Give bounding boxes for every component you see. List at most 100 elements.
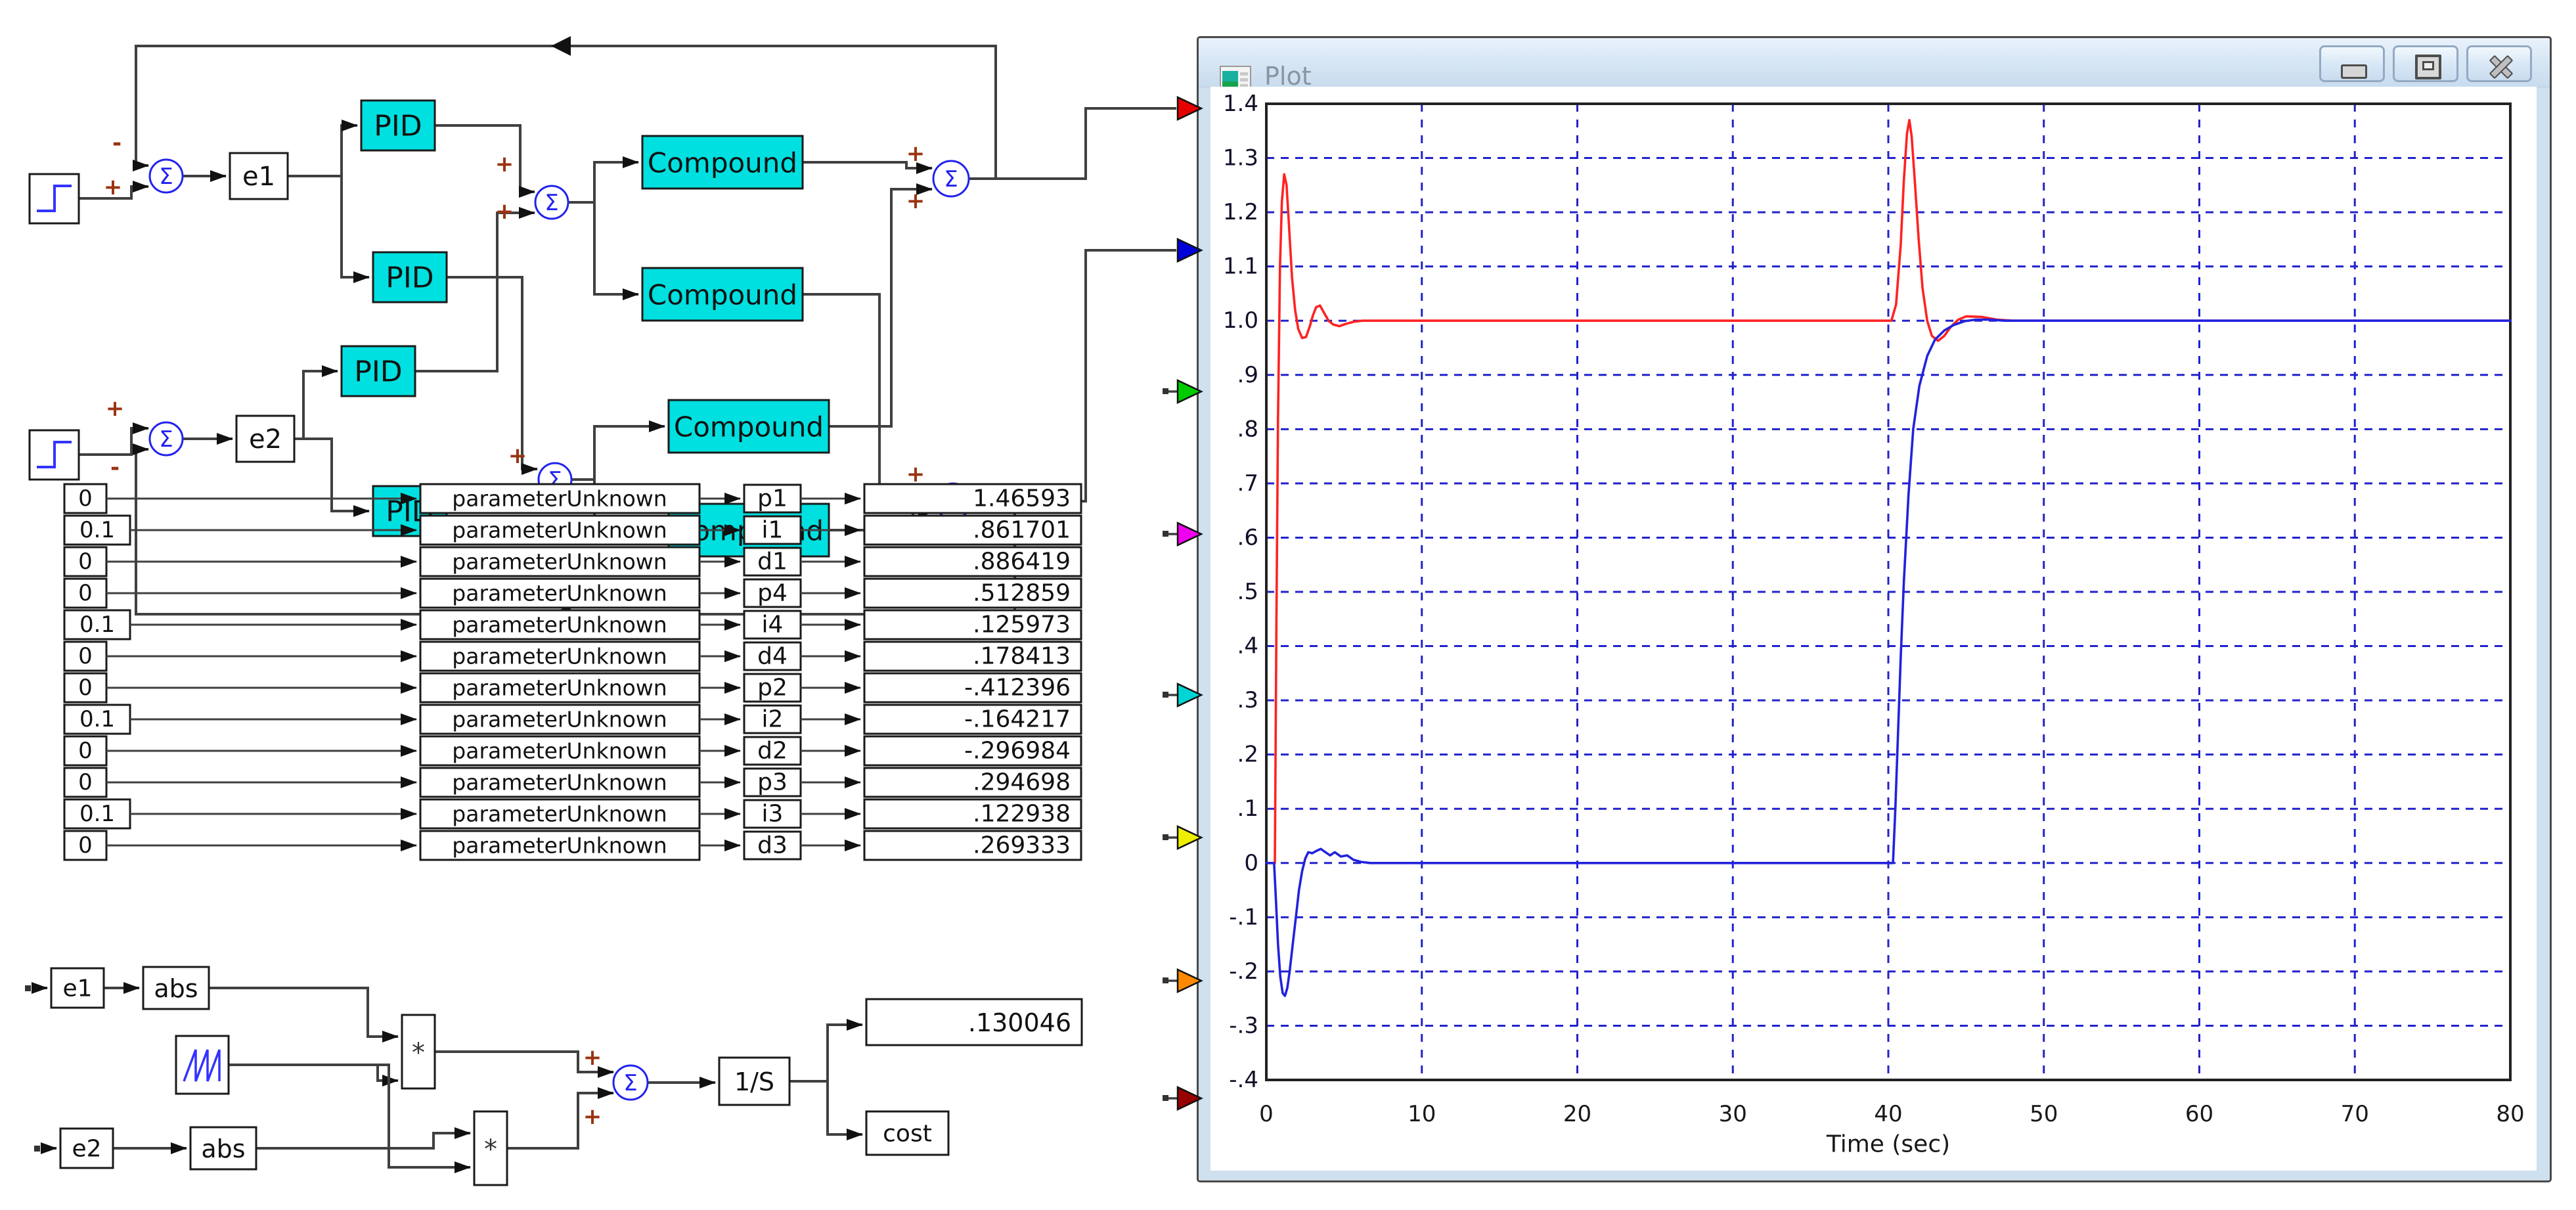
wire bbox=[136, 46, 996, 179]
gain-value-box[interactable] bbox=[864, 579, 1081, 608]
parameter-unknown-block[interactable] bbox=[420, 799, 700, 828]
plus-sign: + bbox=[106, 395, 125, 422]
compound-block[interactable] bbox=[669, 504, 829, 556]
pid-controller-block[interactable] bbox=[373, 486, 447, 536]
sum-junction[interactable] bbox=[613, 1065, 648, 1100]
multiplier-block[interactable] bbox=[474, 1111, 507, 1185]
gain-value-box[interactable] bbox=[864, 516, 1081, 545]
pid-controller-block[interactable] bbox=[373, 252, 447, 302]
gain-name-block[interactable] bbox=[744, 611, 801, 639]
constant-value: 0.1 bbox=[79, 801, 115, 827]
gain-value: .886419 bbox=[973, 549, 1071, 575]
e1-signal-block[interactable] bbox=[230, 153, 288, 199]
plot-window-titlebar[interactable]: Plot bbox=[1199, 38, 2550, 87]
gain-name-block[interactable] bbox=[744, 485, 801, 512]
gain-value-box[interactable] bbox=[864, 705, 1081, 734]
pid-controller-block[interactable] bbox=[361, 101, 435, 150]
gain-value-box[interactable] bbox=[864, 831, 1081, 860]
gain-name: d3 bbox=[757, 832, 788, 859]
sum-sigma-symbol: Σ bbox=[548, 467, 562, 493]
constant-block[interactable] bbox=[64, 705, 130, 734]
parameter-unknown-block[interactable] bbox=[420, 831, 700, 860]
constant-block[interactable] bbox=[64, 736, 106, 765]
gain-value-box[interactable] bbox=[864, 736, 1081, 765]
abs-block[interactable] bbox=[190, 1127, 256, 1169]
gain-value-box[interactable] bbox=[864, 610, 1081, 639]
gain-value: .178413 bbox=[973, 643, 1071, 670]
parameter-unknown-block[interactable] bbox=[420, 547, 700, 576]
constant-block[interactable] bbox=[64, 484, 106, 513]
gain-name-block[interactable] bbox=[744, 769, 801, 796]
gain-value-box[interactable] bbox=[864, 673, 1081, 702]
gain-value-box[interactable] bbox=[864, 547, 1081, 576]
constant-block[interactable] bbox=[64, 516, 130, 545]
step-source-block[interactable] bbox=[30, 430, 79, 480]
gain-name-block[interactable] bbox=[744, 674, 801, 702]
gain-value: .122938 bbox=[973, 801, 1071, 828]
gain-name-block[interactable] bbox=[744, 579, 801, 607]
parameter-block-label: parameterUnknown bbox=[452, 738, 667, 764]
compound-block[interactable] bbox=[642, 268, 803, 321]
compound-block[interactable] bbox=[642, 136, 803, 189]
pid-controller-block[interactable] bbox=[342, 346, 415, 396]
constant-block[interactable] bbox=[64, 831, 106, 860]
step-source-block[interactable] bbox=[30, 174, 79, 223]
wire bbox=[209, 988, 398, 1037]
parameter-unknown-block[interactable] bbox=[420, 768, 700, 797]
gain-name-block[interactable] bbox=[744, 516, 801, 544]
wire bbox=[378, 1065, 470, 1167]
sum-junction[interactable] bbox=[935, 483, 971, 519]
sum-junction[interactable] bbox=[933, 161, 969, 196]
cost-label-block[interactable] bbox=[866, 1111, 948, 1155]
parameter-unknown-block[interactable] bbox=[420, 610, 700, 639]
e2-signal-block[interactable] bbox=[236, 416, 294, 462]
e1-signal-block[interactable] bbox=[51, 968, 104, 1008]
parameter-unknown-block[interactable] bbox=[420, 484, 700, 513]
wire bbox=[572, 426, 665, 480]
constant-block[interactable] bbox=[64, 579, 106, 608]
gain-name-block[interactable] bbox=[744, 548, 801, 575]
gain-value: .294698 bbox=[973, 769, 1071, 796]
constant-block[interactable] bbox=[64, 673, 106, 702]
gain-name: p1 bbox=[757, 485, 788, 512]
compound-block[interactable] bbox=[669, 400, 829, 453]
parameter-block-label: parameterUnknown bbox=[452, 612, 667, 638]
parameter-unknown-block[interactable] bbox=[420, 516, 700, 545]
sum-junction[interactable] bbox=[150, 160, 183, 192]
parameter-unknown-block[interactable] bbox=[420, 705, 700, 734]
gain-name-block[interactable] bbox=[744, 642, 801, 670]
gain-value: -.296984 bbox=[964, 738, 1071, 765]
gain-value: -.164217 bbox=[964, 706, 1071, 733]
sum-sigma-symbol: Σ bbox=[944, 166, 958, 192]
integrator-block[interactable] bbox=[719, 1058, 789, 1105]
gain-name-block[interactable] bbox=[744, 706, 801, 733]
gain-name-block[interactable] bbox=[744, 737, 801, 765]
e2-signal-block[interactable] bbox=[60, 1129, 113, 1168]
parameter-unknown-block[interactable] bbox=[420, 673, 700, 702]
block-label: PID bbox=[386, 495, 433, 529]
minimize-button[interactable] bbox=[2319, 45, 2385, 82]
sawtooth-source-block[interactable] bbox=[176, 1036, 229, 1094]
sum-junction[interactable] bbox=[150, 422, 183, 455]
abs-block[interactable] bbox=[143, 967, 209, 1009]
gain-value-box[interactable] bbox=[864, 768, 1081, 797]
constant-block[interactable] bbox=[64, 799, 130, 828]
gain-value-box[interactable] bbox=[864, 799, 1081, 828]
cost-value-box[interactable] bbox=[866, 999, 1082, 1045]
restore-button[interactable] bbox=[2393, 45, 2458, 82]
gain-value-box[interactable] bbox=[864, 484, 1081, 513]
multiplier-block[interactable] bbox=[402, 1015, 435, 1088]
sum-junction[interactable] bbox=[535, 186, 568, 219]
constant-block[interactable] bbox=[64, 610, 130, 639]
constant-block[interactable] bbox=[64, 547, 106, 576]
parameter-unknown-block[interactable] bbox=[420, 579, 700, 608]
constant-block[interactable] bbox=[64, 642, 106, 671]
constant-block[interactable] bbox=[64, 768, 106, 797]
parameter-unknown-block[interactable] bbox=[420, 736, 700, 765]
gain-name-block[interactable] bbox=[744, 800, 801, 828]
sum-junction[interactable] bbox=[539, 463, 571, 496]
gain-value-box[interactable] bbox=[864, 642, 1081, 671]
gain-name-block[interactable] bbox=[744, 832, 801, 859]
parameter-unknown-block[interactable] bbox=[420, 642, 700, 671]
close-button[interactable] bbox=[2466, 45, 2532, 82]
